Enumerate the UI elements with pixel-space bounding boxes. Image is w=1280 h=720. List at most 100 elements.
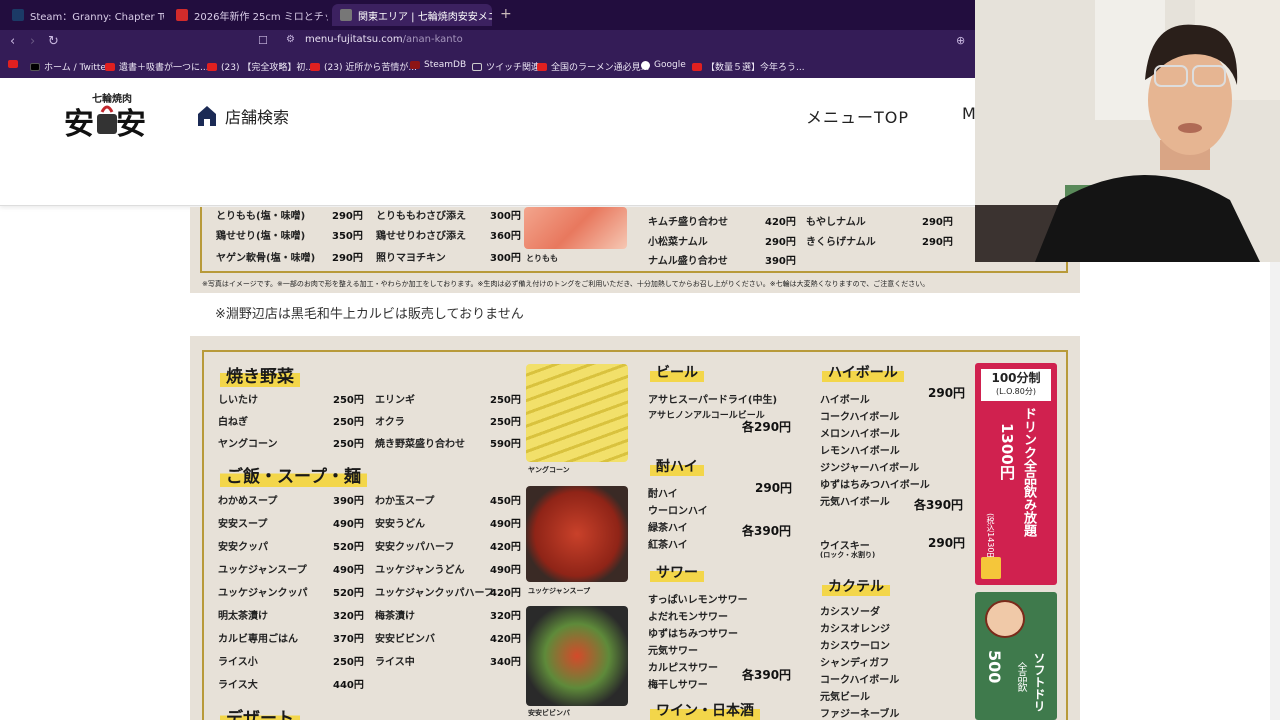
nomihodai-panel: 100分制 (L.O.80分) ドリンク全品飲み放題 1300円 (税込1430… — [975, 363, 1057, 585]
bookmark-steamdb[interactable]: SteamDB — [410, 60, 466, 70]
svg-text:安: 安 — [64, 107, 94, 140]
nomihodai-price: 1300円 — [998, 423, 1016, 480]
beer-mug-icon — [981, 557, 1001, 579]
menu-item-name: とりももわさび添え — [376, 211, 466, 222]
bookmark-label: 全国のラーメン通必見... — [551, 63, 650, 73]
reload-icon[interactable]: ↻ — [48, 34, 59, 49]
section-heading-dessert: デザート — [220, 704, 300, 720]
menu-footnote: ※写真はイメージです。※一部のお肉で形を整える加工・やわらか加工をしております。… — [202, 280, 930, 288]
menu-image-main: 焼き野菜 ヤングコーン ご飯・スープ・麺 ユッケジャンスープ 安安ビビンバ デザ… — [190, 336, 1080, 720]
new-tab-icon[interactable]: + — [500, 6, 512, 22]
webcam-overlay — [975, 0, 1280, 262]
tab-plush[interactable]: 2026年新作 25cm ミロとチップ ぬいぐるみ — [168, 4, 328, 26]
bookmark-9[interactable]: 【数量５選】今年ろう... — [692, 60, 805, 73]
menu-item-name: 焼き野菜盛り合わせ — [375, 439, 465, 450]
site-info-icon[interactable]: ⚙ — [286, 34, 295, 45]
youtube-icon — [310, 62, 320, 71]
drink-name: カシスウーロン — [820, 641, 890, 652]
url-path: /anan-kanto — [402, 34, 463, 45]
bookmark-4[interactable]: (23) 近所から苦情が... — [310, 60, 417, 73]
tab-label: 2026年新作 25cm ミロとチップ ぬいぐるみ — [194, 11, 328, 23]
bookmark-3[interactable]: (23) 【完全攻略】初... — [207, 60, 314, 73]
menu-item-name: ユッケジャンクッパ — [218, 588, 308, 599]
page-scrollbar[interactable] — [1270, 262, 1280, 720]
menu-top-link[interactable]: メニューTOP — [806, 104, 909, 128]
drink-name: 酎ハイ — [648, 489, 678, 500]
zoom-icon[interactable]: ⊕ — [956, 34, 965, 47]
menu-item-name: 照りマヨチキン — [376, 253, 446, 264]
photo-caption: とりもも — [526, 254, 558, 263]
back-icon[interactable]: ‹ — [10, 34, 15, 49]
menu-item-price: 490円 — [333, 519, 364, 530]
menu-item-name: きくらげナムル — [806, 237, 876, 248]
svg-text:安: 安 — [116, 107, 146, 140]
menu-item-name: 小松菜ナムル — [648, 237, 708, 248]
bookmark-label: SteamDB — [424, 60, 467, 70]
young-corn-photo — [526, 364, 628, 462]
menu-item-name: わかめスープ — [218, 496, 278, 507]
bookmark-icon[interactable]: ☐ — [258, 34, 268, 47]
yukgaejang-photo — [526, 486, 628, 582]
section-heading-wine: ワイン・日本酒 — [650, 700, 760, 720]
menu-more-link[interactable]: M — [962, 104, 976, 123]
menu-item-price: 290円 — [922, 217, 953, 228]
store-search-link[interactable]: 店舗検索 — [197, 104, 289, 128]
nomihodai-lo: (L.O.80分) — [996, 387, 1036, 396]
steamdb-icon — [410, 61, 420, 69]
menu-item-price: 490円 — [333, 565, 364, 576]
drink-name: カシスオレンジ — [820, 624, 890, 635]
section-heading-gohan: ご飯・スープ・麺 — [220, 462, 367, 487]
section-heading-sour: サワー — [650, 562, 704, 582]
menu-item-price: 590円 — [490, 439, 521, 450]
drink-name: ゆずはちみつハイボール — [820, 480, 930, 491]
drink-name: レモンハイボール — [820, 446, 900, 457]
drink-note: (ロック・水割り) — [820, 551, 876, 559]
bookmark-twitter[interactable]: ホーム / Twitter — [30, 60, 110, 73]
drink-name: 紅茶ハイ — [648, 540, 688, 551]
home-icon — [198, 106, 216, 126]
menu-item-price: 420円 — [490, 542, 521, 553]
drink-name: コークハイボール — [820, 675, 900, 686]
mascot-icon — [985, 600, 1025, 638]
tab-anan-menu[interactable]: 関東エリア | 七輪焼肉安安メニュー ✕ — [332, 4, 492, 26]
drink-name: 元気ハイボール — [820, 497, 890, 508]
soft-drink-title: ソフトドリ — [1032, 652, 1046, 712]
steam-icon — [12, 9, 24, 21]
menu-item-price: 340円 — [490, 657, 521, 668]
address-bar[interactable]: menu-fujitatsu.com/anan-kanto — [305, 34, 463, 45]
bibimbap-photo — [526, 606, 628, 706]
nomihodai-time-box: 100分制 (L.O.80分) — [981, 369, 1051, 401]
site-icon — [340, 9, 352, 21]
nomihodai-time: 100分制 — [991, 371, 1041, 385]
bookmark-ramen[interactable]: 全国のラーメン通必見... — [537, 60, 649, 73]
anan-logo[interactable]: 七輪焼肉 安 安 — [64, 90, 150, 140]
bookmark-google[interactable]: Google — [641, 60, 686, 70]
section-heading-yasai: 焼き野菜 — [220, 362, 300, 387]
bookmark-label: ツイッチ関連 — [486, 63, 541, 73]
x-icon — [30, 62, 40, 71]
menu-item-name: とりもも(塩・味噌) — [216, 211, 306, 222]
menu-item-price: 350円 — [332, 231, 363, 242]
soft-drink-sub: 全品飲 — [1015, 662, 1026, 692]
photo-caption: ユッケジャンスープ — [528, 587, 591, 595]
drink-price: 各390円 — [742, 668, 792, 682]
drink-name: シャンディガフ — [820, 658, 890, 669]
photo-caption: ヤングコーン — [528, 466, 570, 474]
drink-name: コークハイボール — [820, 412, 900, 423]
bookmark-youtube[interactable] — [8, 60, 18, 68]
menu-item-price: 250円 — [333, 439, 364, 450]
menu-item-price: 390円 — [333, 496, 364, 507]
menu-item-price: 360円 — [490, 231, 521, 242]
menu-item-price: 420円 — [765, 217, 796, 228]
streamer-video — [975, 0, 1280, 262]
menu-item-name: もやしナムル — [806, 217, 866, 228]
forward-icon[interactable]: › — [30, 34, 35, 49]
drink-name: ハイボール — [820, 395, 870, 406]
menu-item-name: ユッケジャンクッパハーフ — [375, 588, 494, 599]
menu-item-price: 440円 — [333, 680, 364, 691]
bookmark-folder[interactable]: ツイッチ関連 — [472, 60, 540, 73]
drink-name: 緑茶ハイ — [648, 523, 688, 534]
bookmark-2[interactable]: 遺書＋吸書が一つに... — [105, 60, 209, 73]
tab-steam[interactable]: Steam：Granny: Chapter Two — [4, 4, 164, 26]
menu-item-price: 300円 — [490, 253, 521, 264]
